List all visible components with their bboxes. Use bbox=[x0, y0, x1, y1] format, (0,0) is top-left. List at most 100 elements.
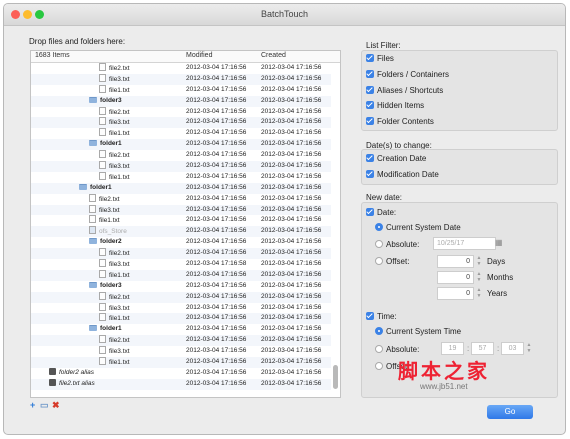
table-row[interactable]: folder2 alias 2012-03-04 17:16:56 2012-03-… bbox=[31, 367, 331, 379]
offset-date-radio[interactable]: Offset: bbox=[375, 256, 409, 267]
time-check-label: Time: bbox=[377, 312, 397, 321]
row-name-text: folder2 bbox=[100, 238, 122, 246]
absolute-time-label: Absolute: bbox=[386, 345, 420, 354]
table-row[interactable]: file2.txt 2012-03-04 17:16:56 2012-03-04 1… bbox=[31, 193, 331, 205]
document-icon bbox=[99, 73, 106, 82]
current-system-time-radio[interactable]: Current System Time bbox=[375, 326, 461, 337]
table-row[interactable]: folder1 2012-03-04 17:16:56 2012-03-04 17:… bbox=[31, 182, 331, 194]
creation-date-checkbox[interactable]: Creation Date bbox=[366, 153, 426, 164]
current-system-date-radio[interactable]: Current System Date bbox=[375, 222, 461, 233]
table-row[interactable]: file1.txt 2012-03-04 17:16:56 2012-03-04 1… bbox=[31, 357, 331, 368]
table-row[interactable]: ofs_Store 2012-03-04 17:16:56 2012-03-04 1… bbox=[31, 226, 331, 238]
checkbox-checked-icon bbox=[366, 70, 374, 78]
table-row[interactable]: file3.txt 2012-03-04 17:16:56 2012-03-04 1… bbox=[31, 161, 331, 172]
modification-date-checkbox[interactable]: Modification Date bbox=[366, 169, 439, 180]
offset-months-stepper[interactable]: ▲ ▼ bbox=[476, 271, 482, 284]
file-table[interactable]: 1683 Items Modified Created file2.txt 201… bbox=[30, 50, 341, 398]
row-created: 2012-03-04 17:16:56 bbox=[261, 281, 322, 289]
table-row[interactable]: file1.txt 2012-03-04 17:16:56 2012-03-04 1… bbox=[31, 128, 331, 139]
column-header-items[interactable]: 1683 Items bbox=[35, 52, 70, 59]
table-row[interactable]: folder1 2012-03-04 17:16:56 2012-03-04 17:… bbox=[31, 324, 331, 335]
radio-icon bbox=[375, 362, 383, 370]
filter-files-checkbox[interactable]: Files bbox=[366, 53, 394, 64]
absolute-date-field[interactable]: 10/25/17 bbox=[433, 237, 496, 250]
offset-months-field[interactable]: 0 bbox=[437, 271, 474, 284]
table-row[interactable]: folder3 2012-03-04 17:16:56 2012-03-04 17:… bbox=[31, 281, 331, 292]
modification-date-label: Modification Date bbox=[377, 170, 439, 179]
table-row[interactable]: file3.txt 2012-03-04 17:16:56 2012-03-04 1… bbox=[31, 117, 331, 129]
table-row[interactable]: file3.txt 2012-03-04 17:16:56 2012-03-04 1… bbox=[31, 73, 331, 85]
row-name-text: file2.txt alias bbox=[59, 379, 95, 387]
go-button[interactable]: Go bbox=[487, 405, 533, 419]
filter-folders-checkbox[interactable]: Folders / Containers bbox=[366, 69, 449, 80]
document-icon bbox=[99, 171, 106, 180]
add-folder-icon[interactable]: ▭ bbox=[40, 400, 49, 411]
date-check-label: Date: bbox=[377, 208, 397, 217]
document-icon bbox=[99, 63, 106, 71]
time-checkbox[interactable]: Time: bbox=[366, 311, 397, 322]
table-row[interactable]: file2.txt 2012-03-04 17:16:56 2012-03-04 1… bbox=[31, 106, 331, 118]
filter-aliases-checkbox[interactable]: Aliases / Shortcuts bbox=[366, 85, 443, 96]
offset-years-field[interactable]: 0 bbox=[437, 287, 474, 300]
offset-days-field[interactable]: 0 bbox=[437, 255, 474, 268]
table-row[interactable]: folder2 2012-03-04 17:16:56 2012-03-04 17:… bbox=[31, 237, 331, 248]
time-seconds-field[interactable]: 03 bbox=[501, 342, 524, 355]
table-row[interactable]: file1.txt 2012-03-04 17:16:56 2012-03-04 1… bbox=[31, 269, 331, 281]
row-created: 2012-03-04 17:16:56 bbox=[261, 347, 322, 355]
table-row[interactable]: file1.txt 2012-03-04 17:16:56 2012-03-04 1… bbox=[31, 171, 331, 183]
row-created: 2012-03-04 17:16:56 bbox=[261, 303, 322, 311]
table-row[interactable]: file3.txt 2012-03-04 17:16:56 2012-03-04 1… bbox=[31, 346, 331, 357]
scroll-thumb[interactable] bbox=[333, 365, 338, 389]
offset-months-unit: Months bbox=[487, 273, 514, 282]
table-row[interactable]: file2.txt 2012-03-04 17:16:56 2012-03-04 1… bbox=[31, 150, 331, 161]
row-modified: 2012-03-04 17:16:56 bbox=[186, 347, 247, 355]
table-row[interactable]: file3.txt 2012-03-04 17:16:58 2012-03-04 1… bbox=[31, 259, 331, 270]
table-row[interactable]: file1.txt 2012-03-04 17:16:56 2012-03-04 1… bbox=[31, 313, 331, 325]
row-modified: 2012-03-04 17:16:56 bbox=[186, 151, 247, 159]
table-row[interactable]: file2.txt alias 2012-03-04 17:16:56 2012-0… bbox=[31, 378, 331, 390]
document-icon bbox=[99, 106, 106, 115]
title-bar: BatchTouch bbox=[4, 4, 565, 26]
absolute-time-radio[interactable]: Absolute: bbox=[375, 344, 419, 355]
table-row[interactable]: file1.txt 2012-03-04 17:16:56 2012-03-04 1… bbox=[31, 84, 331, 96]
time-hours-field[interactable]: 19 bbox=[441, 342, 464, 355]
column-header-created[interactable]: Created bbox=[261, 52, 286, 59]
table-row[interactable]: folder3 2012-03-04 17:16:56 2012-03-04 17:… bbox=[31, 95, 331, 107]
row-name-text: file2.txt bbox=[109, 108, 130, 116]
row-modified: 2012-03-04 17:16:58 bbox=[186, 260, 247, 268]
calendar-icon[interactable]: ▦ bbox=[495, 238, 503, 247]
remove-icon[interactable]: ✖ bbox=[52, 400, 60, 411]
table-row[interactable]: file3.txt 2012-03-04 17:16:56 2012-03-04 1… bbox=[31, 302, 331, 314]
vertical-scrollbar[interactable] bbox=[333, 65, 338, 391]
row-modified: 2012-03-04 17:16:56 bbox=[186, 162, 247, 170]
time-minutes-field[interactable]: 57 bbox=[471, 342, 494, 355]
row-modified: 2012-03-04 17:16:56 bbox=[186, 85, 247, 93]
row-name-text: file3.txt bbox=[109, 261, 130, 269]
offset-days-stepper[interactable]: ▲ ▼ bbox=[476, 255, 482, 268]
table-row[interactable]: file2.txt 2012-03-04 17:16:56 2012-03-04 1… bbox=[31, 291, 331, 303]
table-row[interactable]: file2.txt 2012-03-04 17:16:56 2012-03-04 1… bbox=[31, 63, 331, 74]
table-row[interactable]: file1.txt 2012-03-04 17:16:56 2012-03-04 1… bbox=[31, 215, 331, 226]
filter-contents-checkbox[interactable]: Folder Contents bbox=[366, 116, 434, 127]
row-modified: 2012-03-04 17:16:56 bbox=[186, 249, 247, 257]
document-icon bbox=[99, 269, 106, 278]
table-row[interactable]: folder1 2012-03-04 17:16:56 2012-03-04 17:… bbox=[31, 139, 331, 151]
row-created: 2012-03-04 17:16:56 bbox=[261, 194, 322, 202]
row-modified: 2012-03-04 17:16:56 bbox=[186, 140, 247, 148]
offset-years-stepper[interactable]: ▲ ▼ bbox=[476, 287, 482, 300]
row-name-text: file1.txt bbox=[109, 359, 130, 367]
table-row[interactable]: file2.txt 2012-03-04 17:16:56 2012-03-04 1… bbox=[31, 335, 331, 347]
filter-hidden-checkbox[interactable]: Hidden Items bbox=[366, 100, 424, 111]
row-created: 2012-03-04 17:16:56 bbox=[261, 249, 322, 257]
window-title: BatchTouch bbox=[260, 9, 309, 19]
drop-label: Drop files and folders here: bbox=[29, 37, 126, 46]
row-name-text: ofs_Store bbox=[99, 228, 127, 236]
add-icon[interactable]: + bbox=[30, 400, 35, 410]
time-stepper[interactable]: ▲ ▼ bbox=[526, 342, 532, 355]
date-checkbox[interactable]: Date: bbox=[366, 207, 396, 218]
row-name-text: file2.txt bbox=[109, 293, 130, 301]
absolute-date-radio[interactable]: Absolute: bbox=[375, 239, 419, 250]
table-row[interactable]: file3.txt 2012-03-04 17:16:56 2012-03-04 1… bbox=[31, 204, 331, 216]
table-row[interactable]: file2.txt 2012-03-04 17:16:56 2012-03-04 1… bbox=[31, 248, 331, 260]
column-header-modified[interactable]: Modified bbox=[186, 52, 212, 59]
